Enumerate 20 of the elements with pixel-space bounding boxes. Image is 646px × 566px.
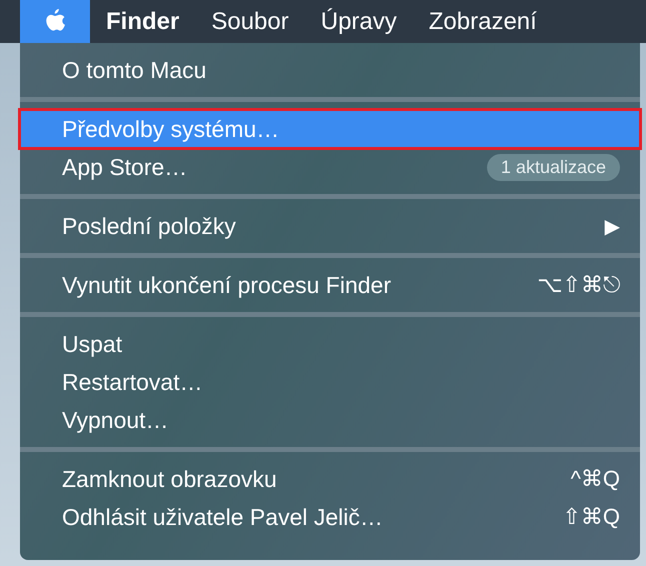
menu-item[interactable]: Poslední položky ▶	[20, 207, 640, 245]
apple-menu[interactable]	[20, 0, 90, 43]
menu-item[interactable]: Vypnout…	[20, 401, 640, 439]
menu-item[interactable]: Uspat	[20, 325, 640, 363]
menu-bar-item[interactable]: Úpravy	[304, 0, 413, 43]
keyboard-shortcut: ⇧⌘Q	[562, 504, 620, 530]
menu-bar-item[interactable]: Zobrazení	[412, 0, 553, 43]
menu-item[interactable]: Předvolby systému…	[20, 110, 640, 148]
keyboard-shortcut: ⌥⇧⌘⎋	[537, 272, 620, 298]
menu-item[interactable]: Restartovat…	[20, 363, 640, 401]
update-badge: 1 aktualizace	[486, 154, 620, 180]
menu-item[interactable]: Odhlásit uživatele Pavel Jelič… ⇧⌘Q	[20, 498, 640, 536]
keyboard-shortcut: ^⌘Q	[570, 466, 620, 492]
submenu-arrow: ▶	[604, 214, 620, 238]
menu-item[interactable]: App Store… 1 aktualizace	[20, 148, 640, 186]
menu-item[interactable]: Vynutit ukončení procesu Finder ⌥⇧⌘⎋	[20, 266, 640, 304]
menu-bar-item[interactable]: Soubor	[195, 0, 305, 43]
menu-item[interactable]: O tomto Macu	[20, 51, 640, 89]
menu-item[interactable]: Zamknout obrazovku ^⌘Q	[20, 460, 640, 498]
menu-bar-item[interactable]: Finder	[90, 0, 196, 43]
